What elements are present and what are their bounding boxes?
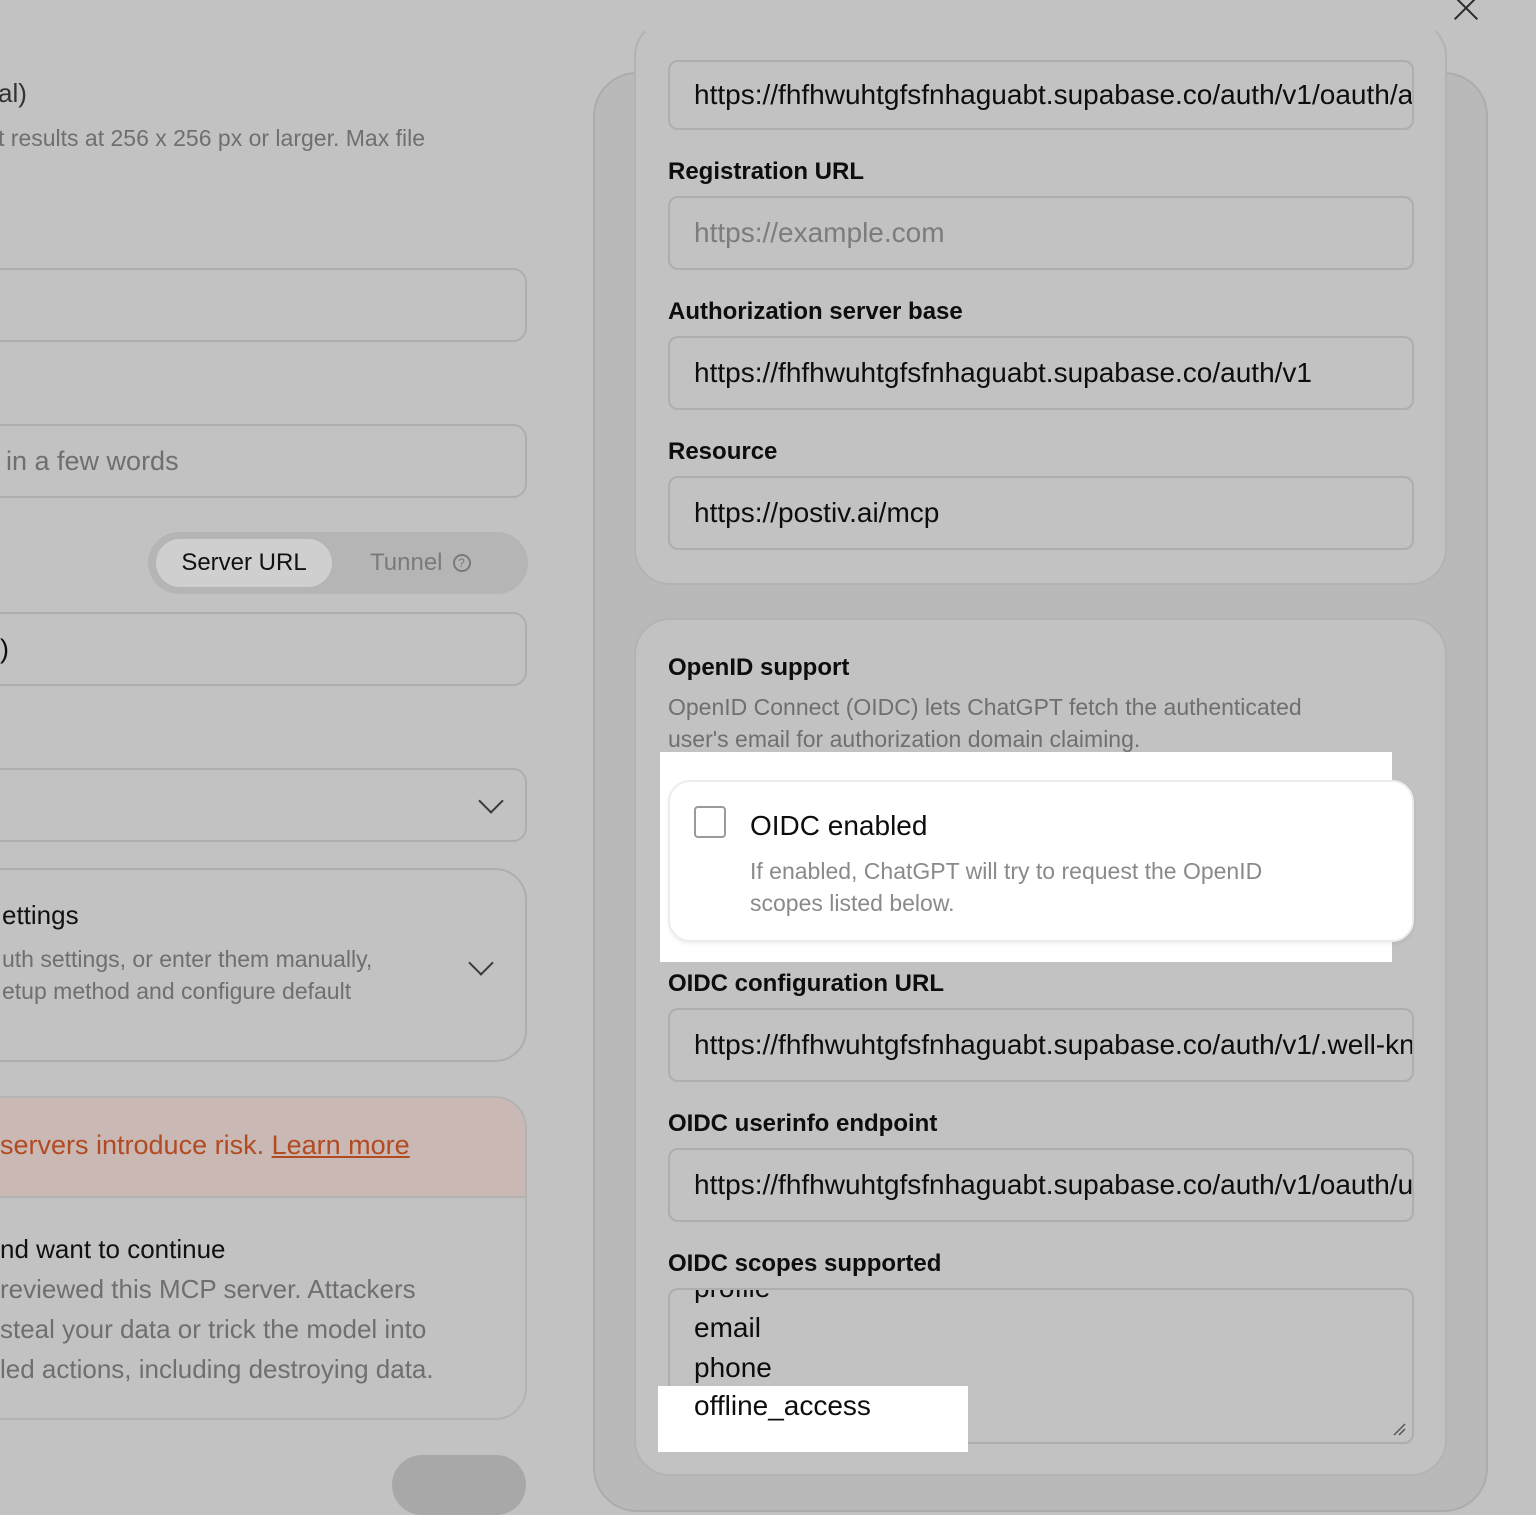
openid-description-line2: user's email for authorization domain cl… bbox=[668, 726, 1141, 752]
chevron-down-icon bbox=[468, 950, 494, 976]
help-circle-icon[interactable]: ? bbox=[452, 554, 471, 572]
advanced-settings-line1: uth settings, or enter them manually, bbox=[2, 946, 373, 972]
icon-hint-text: t results at 256 x 256 px or larger. Max… bbox=[0, 125, 425, 151]
chevron-down-icon bbox=[478, 788, 504, 814]
authorization-server-input[interactable]: https://fhfhwuhtgfsfnhaguabt.supabase.co… bbox=[668, 336, 1414, 410]
icon-section-title: al) bbox=[0, 78, 27, 108]
connection-type-toggle: Server URL Tunnel ? bbox=[148, 532, 528, 594]
risk-warning-text: servers introduce risk. bbox=[0, 1130, 265, 1160]
server-url-tab-label: Server URL bbox=[181, 549, 307, 576]
scope-line: profile bbox=[694, 1290, 770, 1308]
scope-line: phone bbox=[694, 1352, 772, 1383]
advanced-settings-line2: etup method and configure default bbox=[2, 978, 352, 1004]
learn-more-link[interactable]: Learn more bbox=[272, 1130, 410, 1160]
oidc-enabled-card[interactable]: OIDC enabled If enabled, ChatGPT will tr… bbox=[668, 780, 1414, 942]
oidc-enabled-help-line1: If enabled, ChatGPT will try to request … bbox=[750, 858, 1263, 884]
authorization-server-label: Authorization server base bbox=[668, 298, 963, 325]
openid-title: OpenID support bbox=[668, 654, 850, 681]
oidc-userinfo-value: https://fhfhwuhtgfsfnhaguabt.supabase.co… bbox=[694, 1169, 1414, 1200]
resource-input[interactable]: https://postiv.ai/mcp bbox=[668, 476, 1414, 550]
server-url-input[interactable]: ) bbox=[0, 612, 527, 686]
tunnel-tab-label: Tunnel bbox=[370, 549, 443, 576]
acknowledge-line1: reviewed this MCP server. Attackers bbox=[0, 1274, 416, 1304]
acknowledge-line3: led actions, including destroying data. bbox=[0, 1354, 434, 1384]
scope-line: email bbox=[694, 1312, 761, 1343]
close-icon[interactable] bbox=[1452, 0, 1480, 22]
advanced-settings-title: ettings bbox=[2, 900, 79, 930]
oidc-enabled-help-line2: scopes listed below. bbox=[750, 890, 955, 916]
oidc-scopes-label: OIDC scopes supported bbox=[668, 1250, 942, 1277]
authorization-url-value: https://fhfhwuhtgfsfnhaguabt.supabase.co… bbox=[694, 79, 1414, 110]
oidc-enabled-checkbox[interactable] bbox=[694, 806, 726, 838]
registration-url-placeholder: https://example.com bbox=[694, 217, 945, 248]
risk-card: servers introduce risk. Learn more nd wa… bbox=[0, 1096, 527, 1420]
server-url-value: ) bbox=[0, 633, 9, 664]
server-url-tab[interactable]: Server URL bbox=[156, 539, 332, 587]
description-placeholder: in a few words bbox=[6, 445, 179, 476]
oidc-config-url-label: OIDC configuration URL bbox=[668, 970, 944, 997]
authorization-url-input[interactable]: https://fhfhwuhtgfsfnhaguabt.supabase.co… bbox=[668, 60, 1414, 130]
description-input[interactable]: in a few words bbox=[0, 424, 527, 498]
auth-select[interactable] bbox=[0, 768, 527, 842]
tunnel-tab[interactable]: Tunnel ? bbox=[370, 539, 520, 587]
authorization-server-value: https://fhfhwuhtgfsfnhaguabt.supabase.co… bbox=[694, 357, 1312, 388]
oidc-userinfo-input[interactable]: https://fhfhwuhtgfsfnhaguabt.supabase.co… bbox=[668, 1148, 1414, 1222]
name-input[interactable] bbox=[0, 268, 527, 342]
oidc-enabled-label: OIDC enabled bbox=[750, 810, 928, 841]
risk-warning-banner: servers introduce risk. Learn more bbox=[0, 1098, 525, 1198]
registration-url-input[interactable]: https://example.com bbox=[668, 196, 1414, 270]
resource-label: Resource bbox=[668, 438, 778, 465]
create-button[interactable] bbox=[392, 1455, 526, 1515]
resource-value: https://postiv.ai/mcp bbox=[694, 497, 940, 528]
registration-url-label: Registration URL bbox=[668, 158, 865, 185]
oidc-config-url-value: https://fhfhwuhtgfsfnhaguabt.supabase.co… bbox=[694, 1029, 1414, 1060]
openid-description-line1: OpenID Connect (OIDC) lets ChatGPT fetch… bbox=[668, 694, 1302, 720]
advanced-settings-card[interactable]: ettings uth settings, or enter them manu… bbox=[0, 868, 527, 1062]
acknowledge-line2: steal your data or trick the model into bbox=[0, 1314, 427, 1344]
oidc-config-url-input[interactable]: https://fhfhwuhtgfsfnhaguabt.supabase.co… bbox=[668, 1008, 1414, 1082]
scope-line-offline-access: offline_access bbox=[694, 1390, 871, 1421]
resize-handle-icon[interactable] bbox=[1392, 1422, 1406, 1436]
acknowledge-title: nd want to continue bbox=[0, 1234, 226, 1264]
oidc-userinfo-label: OIDC userinfo endpoint bbox=[668, 1110, 938, 1137]
